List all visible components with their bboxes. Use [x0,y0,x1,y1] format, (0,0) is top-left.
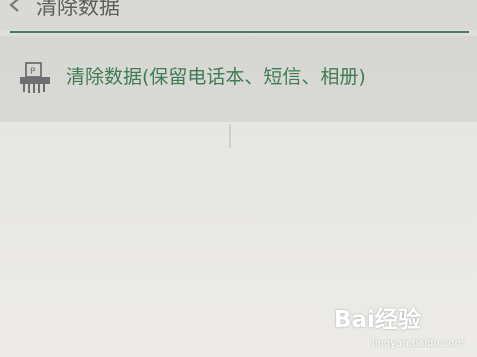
watermark-logo: Bai经验 [334,307,421,333]
clear-data-option[interactable]: P 清除数据(保留电话本、短信、相册) [0,36,477,122]
header-divider [10,31,469,33]
header-bar: 清除数据 [0,0,477,30]
text-cursor [229,124,231,148]
watermark-url: jingyan.baidu.com [372,338,465,349]
back-arrow-icon[interactable] [4,0,26,20]
clear-data-label: 清除数据(保留电话本、短信、相册) [66,66,366,88]
baidu-jingyan-watermark: Bai经验 jingyan.baidu.com [334,298,474,354]
clear-data-icon: P [20,62,50,93]
page-title: 清除数据 [36,0,120,19]
svg-text:P: P [30,67,36,77]
